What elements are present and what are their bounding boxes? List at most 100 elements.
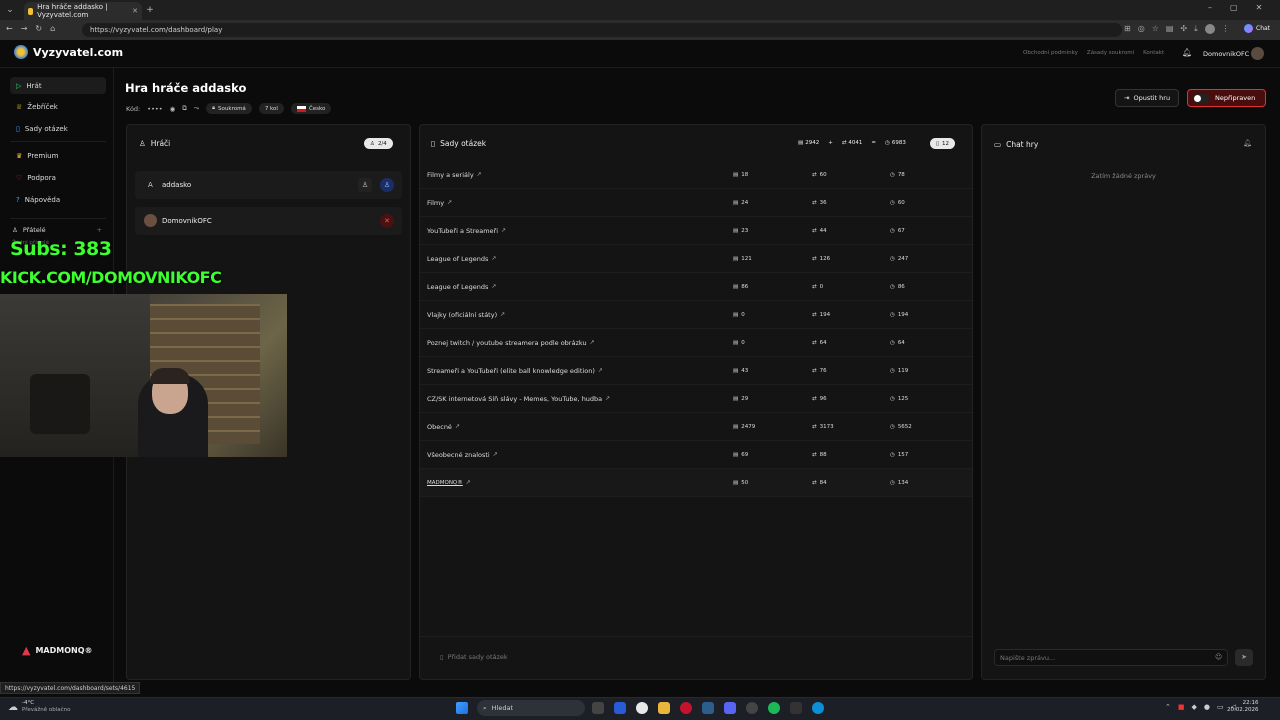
tray-shield-icon[interactable]: ◆ [1192,703,1197,711]
external-link-icon[interactable]: ↗ [500,311,505,318]
weather-widget[interactable]: ☁ -4°C Převážně oblačno [8,700,71,714]
opera-icon[interactable] [680,702,692,714]
external-link-icon[interactable]: ↗ [447,199,452,206]
kick-player-icon[interactable]: ✕ [380,214,394,228]
star-icon[interactable]: ☆ [1152,24,1159,34]
set-name-link[interactable]: YouTubeři a Streameři ↗ [427,227,506,235]
apps-icon[interactable]: ⊞ [1124,24,1131,34]
network-icon[interactable]: ▭ [1217,703,1224,711]
header-username[interactable]: DomovnikOFC [1203,50,1249,58]
obs-icon[interactable] [746,702,758,714]
players-header: ♙ Hráči [139,139,170,148]
external-link-icon[interactable]: ↗ [466,479,471,486]
set-name-link[interactable]: Vlajky (oficiální státy) ↗ [427,311,505,319]
taskbar-search[interactable]: ⌕ Hledat [477,700,585,716]
sidebar-item-play[interactable]: ▷ Hrát [10,77,106,94]
back-icon[interactable]: ← [6,24,13,33]
download-icon[interactable]: ⤓ [1194,24,1198,34]
set-name-link[interactable]: Poznej twitch / youtube streamera podle … [427,339,595,347]
profile-icon[interactable] [1204,24,1215,34]
clock-time: 22:16 [1242,700,1259,706]
browser-tab[interactable]: Hra hráče addasko | Vyzyvatel.com ✕ [24,2,142,20]
external-link-icon[interactable]: ↗ [501,227,506,234]
forward-icon[interactable]: → [21,24,28,33]
set-name-link[interactable]: Všeobecné znalosti ↗ [427,451,498,459]
menu-icon[interactable]: ⋮ [1222,24,1230,34]
set-name-link[interactable]: Filmy ↗ [427,199,452,207]
sidebar-item-leaderboard[interactable]: ♕ Žebříček [10,98,106,115]
sidebar-item-premium[interactable]: ♛ Premium [10,147,106,164]
external-link-icon[interactable]: ↗ [477,171,482,178]
url-field[interactable]: https://vyzyvatel.com/dashboard/play [82,23,1122,37]
set-name-link[interactable]: Filmy a seriály ↗ [427,171,482,179]
home-icon[interactable]: ⌂ [50,24,55,33]
new-tab-icon[interactable]: + [144,4,156,16]
external-link-icon[interactable]: ↗ [455,423,460,430]
set-a: 50 [741,479,749,486]
windows-start-icon[interactable] [456,702,468,714]
microphone-icon[interactable]: ● [1204,703,1210,711]
set-name-link[interactable]: League of Legends ↗ [427,283,496,291]
add-friend-player-icon[interactable]: ♙ [358,178,372,192]
terminal-icon[interactable] [790,702,802,714]
player-name: addasko [162,181,192,189]
site-logo[interactable]: Vyzyvatel.com [14,45,123,59]
toggle-switch [1193,93,1209,103]
sidebar-item-help[interactable]: ? Nápověda [10,191,106,208]
edge-icon[interactable] [812,702,824,714]
total-questions: ▤ 2942 [798,140,819,146]
privacy-link[interactable]: Zásady soukromí [1087,50,1134,56]
external-link-icon[interactable]: ↗ [590,339,595,346]
sidebar-item-support[interactable]: ♡ Podpora [10,169,106,186]
extensions-icon[interactable]: ▤ [1166,24,1174,34]
store-icon[interactable] [614,702,626,714]
close-tab-icon[interactable]: ✕ [132,7,138,15]
set-name-link[interactable]: Streameři a YouTubeři (elite ball knowle… [427,367,603,375]
discord-icon[interactable] [724,702,736,714]
tray-expand-icon[interactable]: ⌃ [1165,703,1171,711]
external-link-icon[interactable]: ↗ [598,367,603,374]
reader-icon[interactable]: ◎ [1138,24,1145,34]
set-name-link[interactable]: MADMONQ® ↗ [427,479,471,486]
reload-icon[interactable]: ↻ [35,24,42,33]
terms-link[interactable]: Obchodní podmínky [1023,50,1078,56]
share-icon[interactable]: ⤳ [194,104,199,113]
external-link-icon[interactable]: ↗ [605,395,610,402]
add-friend-icon[interactable]: + [97,226,102,234]
user-avatar[interactable] [1251,47,1264,60]
set-name-link[interactable]: Obecné ↗ [427,423,460,431]
send-button[interactable]: ➤ [1235,649,1253,666]
chat-bell-icon[interactable]: 🔔︎ [1243,139,1252,147]
list-icon: ⇄ [812,283,817,290]
copy-icon[interactable]: ⧉ [182,104,187,113]
add-sets-button[interactable]: ▯ Přidat sady otázek [440,653,508,661]
steam-icon[interactable] [702,702,714,714]
external-link-icon[interactable]: ↗ [491,283,496,290]
spotify-icon[interactable] [768,702,780,714]
tab-list-icon[interactable]: ⌄ [4,4,16,16]
external-link-icon[interactable]: ↗ [491,255,496,262]
eye-icon[interactable]: ◉ [170,105,176,113]
clock[interactable]: 22:16 20.02.2026 [1227,700,1259,714]
set-name-link[interactable]: CZ/SK internetová Síň slávy - Memes, You… [427,395,610,403]
chrome-icon[interactable] [636,702,648,714]
leave-game-button[interactable]: ⇥ Opustit hru [1115,89,1180,107]
chat-button[interactable]: Chat [1244,24,1270,33]
maximize-icon[interactable]: ▢ [1230,3,1238,12]
bell-icon[interactable]: 🔔︎ [1182,48,1192,57]
emoji-icon[interactable]: ☺ [1215,653,1222,661]
send-icon: ➤ [1241,653,1247,661]
ready-toggle[interactable]: Nepřipraven [1187,89,1266,107]
contact-link[interactable]: Kontakt [1143,50,1164,56]
task-view-icon[interactable] [592,702,604,714]
sponsor-logo[interactable]: ▲ MADMONQ® [22,644,93,657]
doc-icon: ▤ [798,140,804,146]
puzzle-icon[interactable]: ✣ [1180,24,1187,34]
set-name-link[interactable]: League of Legends ↗ [427,255,496,263]
minimize-icon[interactable]: – [1208,3,1212,12]
sidebar-item-question-sets[interactable]: ▯ Sady otázek [10,120,106,137]
tray-app-icon[interactable]: ■ [1178,703,1185,711]
external-link-icon[interactable]: ↗ [493,451,498,458]
explorer-icon[interactable] [658,702,670,714]
close-window-icon[interactable]: ✕ [1256,3,1263,12]
